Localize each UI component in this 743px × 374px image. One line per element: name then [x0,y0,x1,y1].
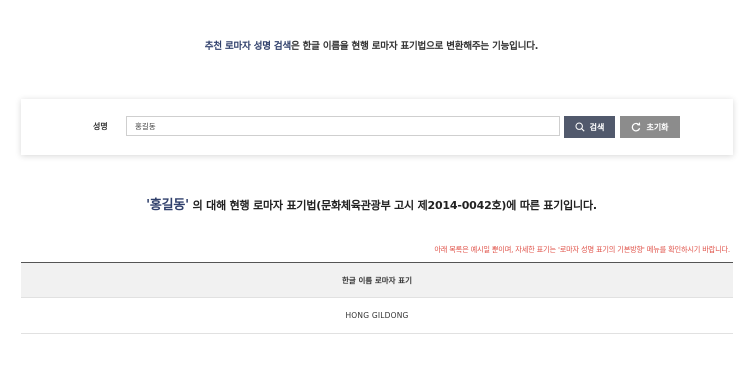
intro-rest: 은 한글 이름을 현행 로마자 표기법으로 변환해주는 기능입니다. [290,41,539,52]
result-name: '홍길동' [146,198,189,213]
name-label: 성명 [93,122,108,131]
result-table: 한글 이름 로마자 표기 HONG GILDONG [21,262,733,334]
reset-button-label: 초기화 [646,122,669,132]
search-button[interactable]: 검색 [564,116,615,138]
search-button-label: 검색 [589,122,605,132]
result-heading-rest: 의 대해 현행 로마자 표기법(문화체육관광부 고시 제2014-0042호)에… [188,199,597,212]
search-card: 성명 검색 초기화 [21,99,733,155]
name-input[interactable] [126,116,560,136]
table-row: HONG GILDONG [21,297,733,334]
intro-text: 추천 로마자 성명 검색은 한글 이름을 현행 로마자 표기법으로 변환해주는 … [0,38,743,52]
intro-accent: 추천 로마자 성명 검색 [204,41,291,52]
table-header: 한글 이름 로마자 표기 [21,262,733,298]
table-header-row: 한글 이름 로마자 표기 [21,262,733,298]
result-heading: '홍길동' 의 대해 현행 로마자 표기법(문화체육관광부 고시 제2014-0… [0,194,743,213]
romanized-name-cell: HONG GILDONG [21,297,733,334]
refresh-icon [631,122,641,132]
reset-button[interactable]: 초기화 [620,116,680,138]
search-icon [575,122,585,132]
notice-text: 아래 목록은 예시일 뿐이며, 자세한 표기는 '로마자 성명 표기의 기본방향… [434,245,730,254]
